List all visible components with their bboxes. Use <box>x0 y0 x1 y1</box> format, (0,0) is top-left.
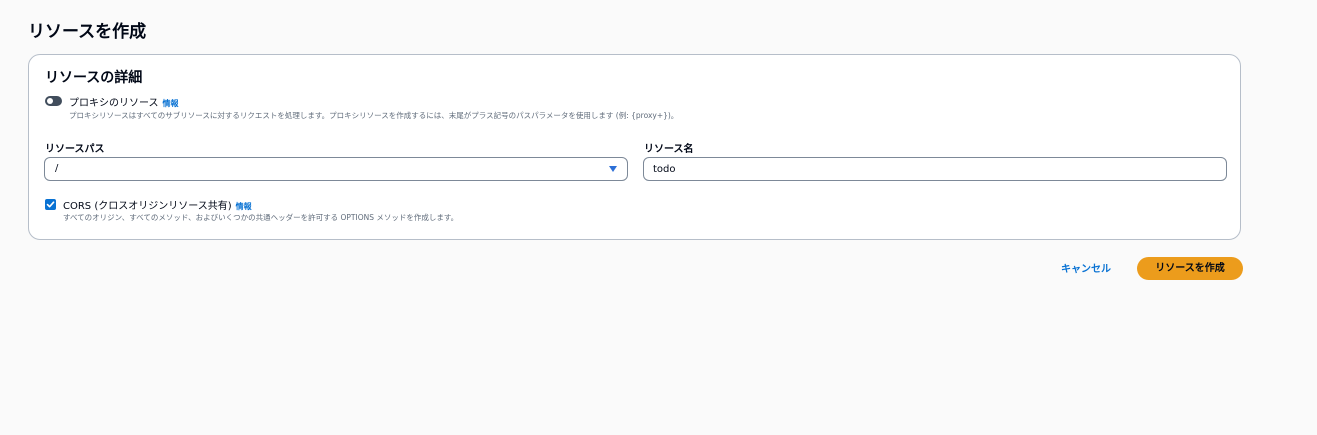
resource-name-label: リソース名 <box>644 144 694 155</box>
proxy-resource-label-text: プロキシのリソース <box>69 98 159 109</box>
cancel-button[interactable]: キャンセル <box>1051 259 1121 279</box>
resource-path-value: / <box>55 163 59 174</box>
proxy-info-link[interactable]: 情報 <box>163 99 179 108</box>
cors-info-link[interactable]: 情報 <box>236 202 252 211</box>
cors-description: すべてのオリジン、すべてのメソッド、およびいくつかの共通ヘッダーを許可する OP… <box>63 213 459 222</box>
proxy-resource-toggle[interactable] <box>45 96 62 106</box>
resource-path-select[interactable]: / <box>44 157 628 181</box>
cors-label: CORS (クロスオリジンリソース共有) 情報 <box>63 197 252 212</box>
proxy-resource-label: プロキシのリソース 情報 <box>69 94 179 109</box>
caret-down-icon <box>609 166 617 172</box>
toggle-knob <box>47 98 53 104</box>
proxy-resource-description: プロキシリソースはすべてのサブリソースに対するリクエストを処理します。プロキシリ… <box>69 111 679 120</box>
create-resource-button[interactable]: リソースを作成 <box>1137 257 1243 280</box>
check-icon <box>46 201 55 208</box>
resource-name-input[interactable] <box>643 157 1227 181</box>
panel-title: リソースの詳細 <box>45 70 143 86</box>
resource-details-panel: リソースの詳細 プロキシのリソース 情報 プロキシリソースはすべてのサブリソースに… <box>28 54 1241 240</box>
resource-path-label: リソースパス <box>45 144 105 155</box>
cors-checkbox[interactable] <box>45 199 56 210</box>
page-title: リソースを作成 <box>28 22 147 42</box>
cors-label-text: CORS (クロスオリジンリソース共有) <box>63 201 232 212</box>
